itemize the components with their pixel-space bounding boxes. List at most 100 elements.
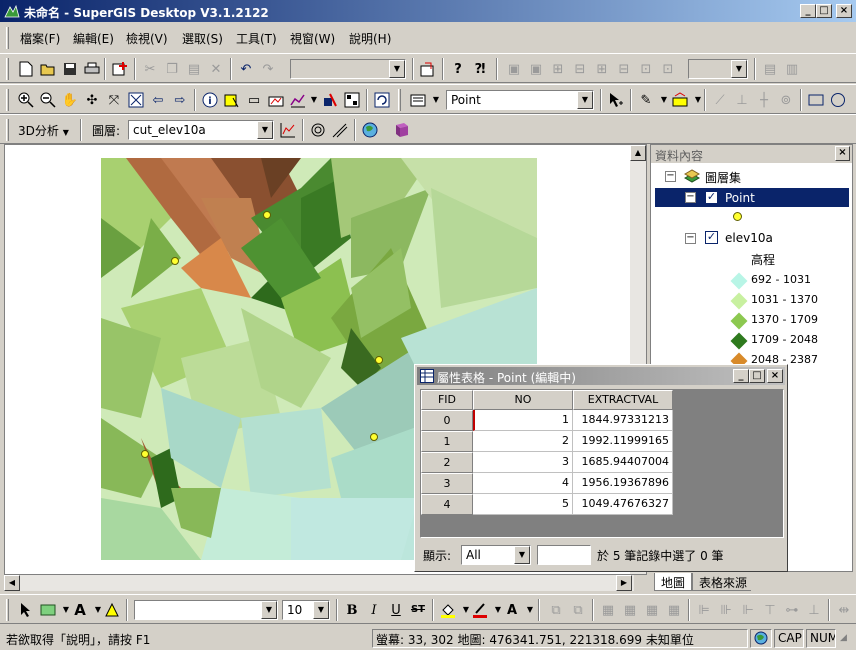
- attribute-edit-icon[interactable]: [670, 90, 690, 110]
- redo-icon[interactable]: ↷: [258, 59, 278, 79]
- point-feature[interactable]: [141, 450, 149, 458]
- text-tool-icon[interactable]: A: [70, 600, 90, 620]
- select-features-icon[interactable]: [222, 90, 242, 110]
- new-icon[interactable]: [16, 59, 36, 79]
- record-number-input[interactable]: [537, 545, 591, 565]
- column-header-no[interactable]: NO: [473, 390, 573, 410]
- book-icon[interactable]: [392, 120, 412, 140]
- group-icon[interactable]: ⧉: [546, 600, 566, 620]
- rectangle-draw-icon[interactable]: [38, 600, 58, 620]
- menu-select[interactable]: 選取(S): [182, 30, 223, 47]
- menu-help[interactable]: 說明(H): [349, 30, 391, 47]
- attr-close-button[interactable]: ×: [767, 369, 783, 383]
- edit-dropdown-icon[interactable]: ▼: [426, 90, 446, 110]
- layout-fixed-zoom-out-icon[interactable]: ⊟: [614, 59, 634, 79]
- align-bottom-icon[interactable]: ⊥: [804, 600, 824, 620]
- intersection-icon[interactable]: ┼: [754, 90, 774, 110]
- menu-tools[interactable]: 工具(T): [236, 30, 277, 47]
- edit-pointer-icon[interactable]: [606, 90, 626, 110]
- print-icon[interactable]: [82, 59, 102, 79]
- row-header-fid[interactable]: 3: [421, 473, 473, 494]
- edit-vertices-icon[interactable]: [102, 600, 122, 620]
- contour-icon[interactable]: [308, 120, 328, 140]
- attribute-table-titlebar[interactable]: 屬性表格 - Point (編輯中) _ □ ×: [417, 367, 785, 385]
- strikethrough-button[interactable]: ST: [408, 600, 428, 620]
- align-top-icon[interactable]: ⊤: [760, 600, 780, 620]
- hyperlink-icon[interactable]: [266, 90, 286, 110]
- menu-window[interactable]: 視窗(W): [290, 30, 335, 47]
- column-header-extractval[interactable]: EXTRACTVAL: [573, 390, 673, 410]
- cell-no[interactable]: 3: [473, 452, 573, 473]
- open-icon[interactable]: [38, 59, 58, 79]
- italic-button[interactable]: I: [364, 600, 384, 620]
- underline-button[interactable]: U: [386, 600, 406, 620]
- 3d-analysis-menu[interactable]: 3D分析 ▼: [18, 122, 69, 139]
- map-tips-icon[interactable]: [418, 59, 438, 79]
- layout-tool-2-icon[interactable]: ▣: [526, 59, 546, 79]
- send-backward-icon[interactable]: ▦: [664, 600, 684, 620]
- map-horizontal-scrollbar[interactable]: ◀ ▶: [4, 575, 634, 591]
- paste-icon[interactable]: ▤: [184, 59, 204, 79]
- align-left-icon[interactable]: ⊫: [694, 600, 714, 620]
- layer-point-checkbox[interactable]: ✓: [705, 191, 718, 204]
- row-header-fid[interactable]: 4: [421, 494, 473, 515]
- layout-pages-icon[interactable]: ▥: [782, 59, 802, 79]
- point-feature[interactable]: [171, 257, 179, 265]
- snap-target-combo[interactable]: Point ▼: [446, 90, 594, 110]
- globe-3d-icon[interactable]: [360, 120, 380, 140]
- align-center-icon[interactable]: ⊪: [716, 600, 736, 620]
- bring-forward-icon[interactable]: ▦: [642, 600, 662, 620]
- profile-graph-icon[interactable]: [278, 120, 298, 140]
- cell-no[interactable]: 2: [473, 431, 573, 452]
- cell-extractval[interactable]: 1956.19367896: [573, 473, 673, 494]
- zoom-out-icon[interactable]: [38, 90, 58, 110]
- tab-map[interactable]: 地圖: [654, 573, 693, 591]
- font-name-combo[interactable]: ▼: [134, 600, 278, 620]
- scroll-left-button[interactable]: ◀: [4, 575, 20, 591]
- layout-fixed-zoom-in-icon[interactable]: ⊞: [592, 59, 612, 79]
- perpendicular-icon[interactable]: ⊥: [732, 90, 752, 110]
- font-size-combo[interactable]: 10 ▼: [282, 600, 330, 620]
- cell-no[interactable]: 1: [473, 410, 573, 431]
- zoom-in-icon[interactable]: [16, 90, 36, 110]
- show-filter-combo[interactable]: All ▼: [461, 545, 531, 565]
- identify-icon[interactable]: i: [200, 90, 220, 110]
- split-tool-icon[interactable]: ⟋: [710, 90, 730, 110]
- rectangle-tool-icon[interactable]: [806, 90, 826, 110]
- sketch-tool-icon[interactable]: ✎: [636, 90, 656, 110]
- align-middle-icon[interactable]: ⊶: [782, 600, 802, 620]
- layer-elev-checkbox[interactable]: ✓: [705, 231, 718, 244]
- help-icon[interactable]: ?: [448, 59, 468, 79]
- copy-icon[interactable]: ❐: [162, 59, 182, 79]
- attr-maximize-button[interactable]: □: [749, 369, 765, 383]
- menu-file[interactable]: 檔案(F): [20, 30, 60, 47]
- row-header-fid[interactable]: 1: [421, 431, 473, 452]
- scroll-up-button[interactable]: ▲: [630, 145, 646, 161]
- bring-to-front-icon[interactable]: ▦: [598, 600, 618, 620]
- toolbar-grip[interactable]: [398, 89, 401, 111]
- save-icon[interactable]: [60, 59, 80, 79]
- find-icon[interactable]: ▭: [244, 90, 264, 110]
- steepest-path-icon[interactable]: [330, 120, 350, 140]
- layout-zoom-in-icon[interactable]: ⊞: [548, 59, 568, 79]
- row-header-fid[interactable]: 2: [421, 452, 473, 473]
- align-right-icon[interactable]: ⊩: [738, 600, 758, 620]
- context-help-icon[interactable]: ⁈: [470, 59, 490, 79]
- font-color-icon[interactable]: A: [502, 600, 522, 620]
- rotate-icon[interactable]: ⊚: [776, 90, 796, 110]
- toolbar-grip[interactable]: [6, 58, 9, 80]
- layout-view-icon[interactable]: ▤: [760, 59, 780, 79]
- row-header-fid[interactable]: 0: [421, 410, 473, 431]
- cell-extractval[interactable]: 1992.11999165: [573, 431, 673, 452]
- layer-elev-collapse[interactable]: −: [685, 233, 696, 244]
- refresh-icon[interactable]: [372, 90, 392, 110]
- resize-grip[interactable]: ◢: [840, 633, 847, 643]
- delete-icon[interactable]: ✕: [206, 59, 226, 79]
- toolbar-grip[interactable]: [6, 119, 9, 141]
- scroll-right-button[interactable]: ▶: [616, 575, 632, 591]
- fixed-zoom-in-icon[interactable]: ✣: [82, 90, 102, 110]
- layout-page-icon[interactable]: ⊡: [658, 59, 678, 79]
- full-extent-icon[interactable]: [126, 90, 146, 110]
- layer-elev-name[interactable]: elev10a: [725, 231, 773, 245]
- select-elements-icon[interactable]: [16, 600, 36, 620]
